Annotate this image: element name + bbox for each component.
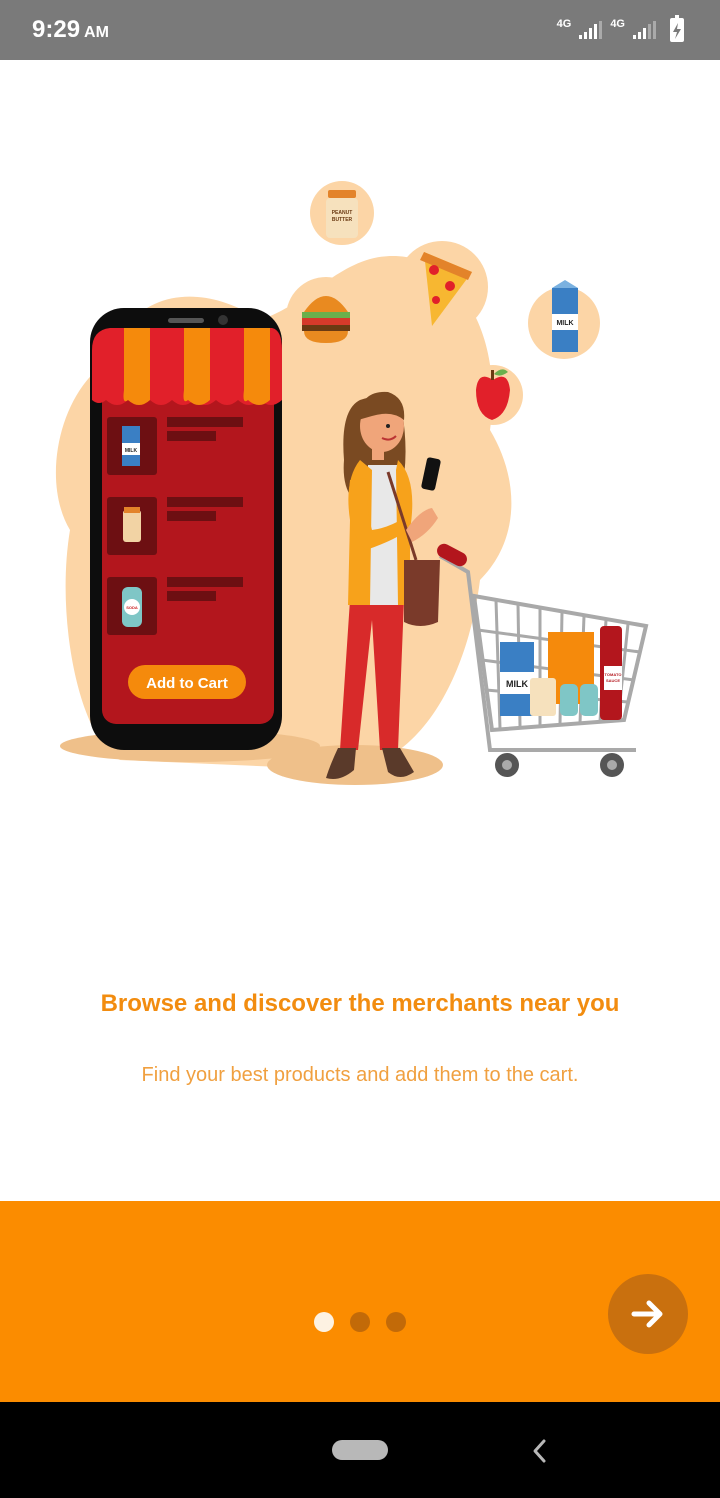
pizza-bubble: [396, 241, 488, 333]
status-bar: 9:29 AM 4G 4G: [0, 0, 720, 60]
bubble-milk-label: MILK: [556, 320, 573, 327]
home-button[interactable]: [332, 1440, 388, 1460]
page-dot-3[interactable]: [386, 1312, 406, 1332]
add-to-cart-label: Add to Cart: [146, 675, 228, 692]
page-indicator: [314, 1312, 406, 1332]
network-type-2: 4G: [610, 18, 625, 30]
peanut-butter-bubble: PEANUT BUTTER: [310, 181, 374, 245]
phone-milk-label: MILK: [125, 448, 138, 454]
system-nav-bar: [0, 1402, 720, 1498]
onboarding-subtitle: Find your best products and add them to …: [141, 1064, 579, 1086]
phone-soda-label: SODA: [126, 605, 138, 610]
apple-bubble: [463, 365, 523, 425]
onboarding-illustration: MILK SODA Add to Cart PEANUT BUTTER MILK…: [55, 181, 649, 785]
battery-charging-icon: [670, 15, 684, 42]
tomato-label-1: TOMATO: [605, 672, 622, 677]
tomato-label-2: SAUCE: [606, 678, 620, 683]
network-type-1: 4G: [556, 18, 572, 30]
phone-illustration: MILK SODA Add to Cart: [90, 308, 282, 750]
page-dot-2[interactable]: [350, 1312, 370, 1332]
arrow-right-icon: [631, 1300, 663, 1328]
cart-milk-label: MILK: [506, 679, 528, 689]
status-icons: 4G 4G: [556, 15, 684, 42]
burger-bubble: [286, 277, 366, 357]
onboarding-title: Browse and discover the merchants near y…: [100, 990, 620, 1017]
milk-bubble: MILK: [528, 280, 600, 359]
status-time: 9:29 AM: [32, 16, 109, 44]
pb-label-1: PEANUT: [332, 210, 353, 216]
bottom-panel: [0, 1201, 720, 1402]
signal-icon: [579, 21, 603, 39]
pb-label-2: BUTTER: [332, 217, 353, 223]
status-time-value: 9:29: [32, 16, 81, 43]
page-dot-1[interactable]: [314, 1312, 334, 1332]
next-button[interactable]: [608, 1274, 688, 1354]
chevron-left-icon[interactable]: [530, 1438, 550, 1464]
status-time-ampm: AM: [84, 24, 109, 41]
signal-icon-2: [633, 21, 656, 39]
